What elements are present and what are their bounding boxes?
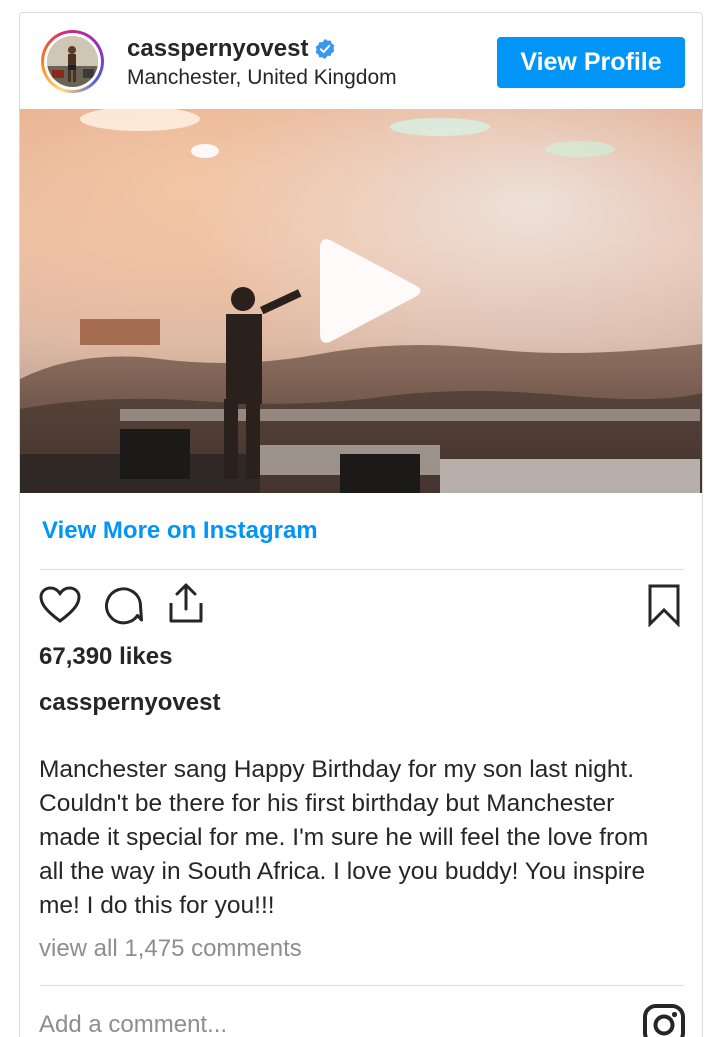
share-icon[interactable]: [166, 581, 206, 625]
post-video[interactable]: [20, 109, 702, 493]
avatar-story-ring[interactable]: [41, 30, 104, 93]
view-profile-button[interactable]: View Profile: [497, 37, 685, 88]
caption-username[interactable]: casspernyovest: [39, 688, 220, 718]
avatar[interactable]: [47, 36, 98, 87]
post-header: casspernyovest Manchester, United Kingdo…: [20, 13, 702, 109]
divider: [40, 569, 684, 570]
instagram-embed-card: casspernyovest Manchester, United Kingdo…: [19, 12, 703, 1037]
likes-count[interactable]: 67,390 likes: [39, 642, 172, 672]
add-comment-input[interactable]: [39, 1009, 599, 1037]
view-more-link[interactable]: View More on Instagram: [42, 516, 318, 546]
instagram-logo-icon[interactable]: [642, 1003, 686, 1037]
caption-text: Manchester sang Happy Birthday for my so…: [39, 756, 649, 919]
comment-icon[interactable]: [104, 585, 144, 625]
verified-badge-icon: [316, 38, 335, 60]
heart-icon[interactable]: [38, 585, 82, 625]
username[interactable]: casspernyovest: [127, 35, 308, 63]
action-bar: [20, 581, 702, 631]
bookmark-icon[interactable]: [646, 583, 682, 627]
divider: [40, 985, 684, 986]
view-comments-link[interactable]: view all 1,475 comments: [39, 934, 302, 964]
location[interactable]: Manchester, United Kingdom: [127, 65, 397, 91]
